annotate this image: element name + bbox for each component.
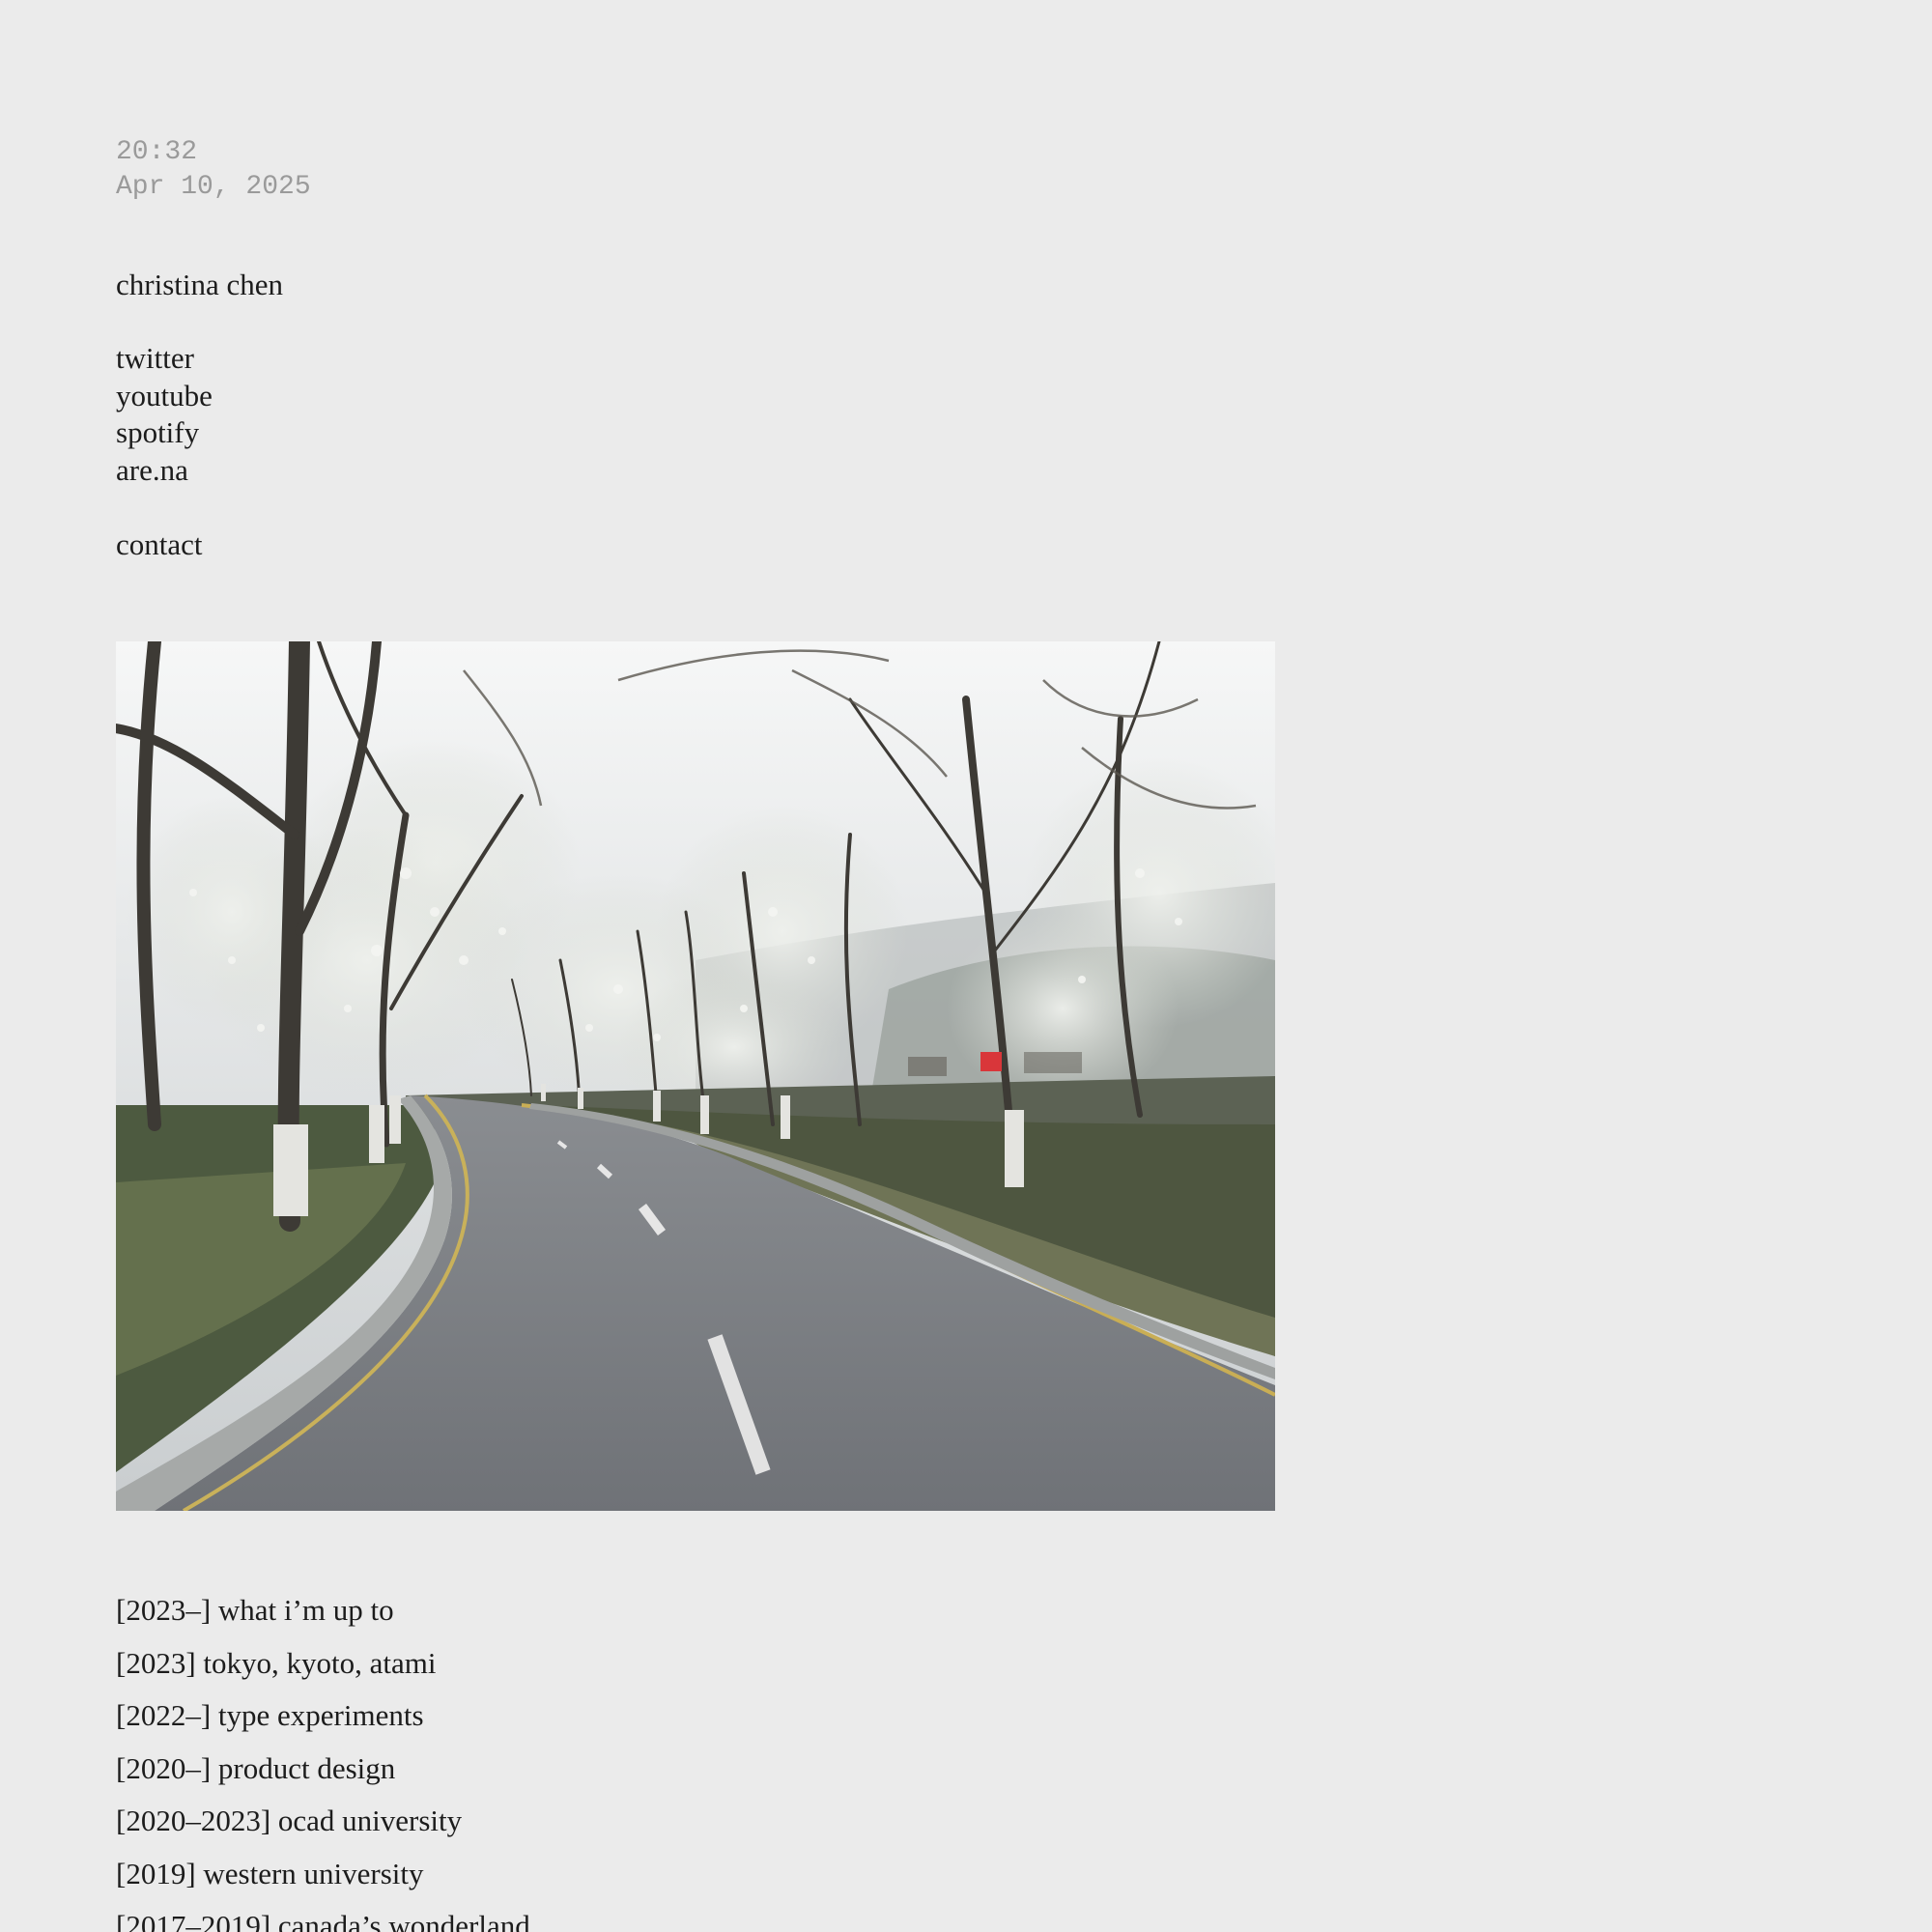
project-link-western-university[interactable]: [2019] western university [116, 1848, 530, 1901]
project-link-what-im-up-to[interactable]: [2023–] what i’m up to [116, 1584, 530, 1637]
contact-link[interactable]: contact [116, 526, 203, 564]
twitter-link[interactable]: twitter [116, 340, 213, 378]
clock-time: 20:32 [116, 137, 198, 167]
project-link-ocad-university[interactable]: [2020–2023] ocad university [116, 1795, 530, 1848]
contact-section: contact [116, 526, 203, 564]
project-link-product-design[interactable]: [2020–] product design [116, 1743, 530, 1796]
project-link-tokyo-kyoto-atami[interactable]: [2023] tokyo, kyoto, atami [116, 1637, 530, 1690]
clock: 20:32 Apr 10, 2025 [116, 135, 311, 205]
social-links: twitter youtube spotify are.na [116, 340, 213, 489]
clock-date: Apr 10, 2025 [116, 172, 311, 202]
spotify-link[interactable]: spotify [116, 414, 213, 452]
projects-list: [2023–] what i’m up to [2023] tokyo, kyo… [116, 1584, 530, 1932]
hero-photo [116, 641, 1275, 1511]
youtube-link[interactable]: youtube [116, 378, 213, 415]
project-link-type-experiments[interactable]: [2022–] type experiments [116, 1690, 530, 1743]
site-owner-name: christina chen [116, 268, 284, 301]
arena-link[interactable]: are.na [116, 452, 213, 490]
road-landscape-photo [116, 641, 1275, 1511]
project-link-canadas-wonderland[interactable]: [2017–2019] canada’s wonderland [116, 1900, 530, 1932]
